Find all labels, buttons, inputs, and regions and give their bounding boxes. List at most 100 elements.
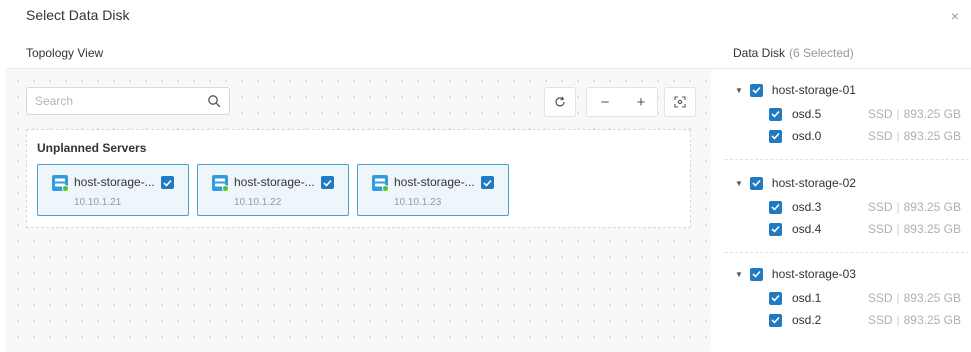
minus-icon: − — [600, 93, 610, 111]
server-icon — [52, 175, 68, 191]
disk-type: SSD — [867, 222, 893, 236]
server-checkbox[interactable] — [161, 176, 174, 189]
server-card[interactable]: host-storage-... 10.10.1.22 — [197, 164, 349, 216]
check-icon — [323, 179, 332, 187]
disk-size: 893.25 GB — [903, 313, 961, 327]
server-checkbox[interactable] — [321, 176, 334, 189]
host-row[interactable]: ▼ host-storage-01 — [735, 82, 856, 98]
plus-icon: + — [636, 93, 646, 111]
check-icon — [483, 179, 492, 187]
host-group: ▼ host-storage-01 osd.5 SSD | 893.25 GB os… — [711, 82, 971, 164]
disk-name: osd.1 — [792, 291, 822, 305]
search-box — [26, 87, 230, 115]
topology-panel: Topology View − + — [6, 34, 711, 352]
selected-count: (6 Selected) — [789, 46, 854, 60]
disk-checkbox[interactable] — [769, 129, 782, 143]
host-group: ▼ host-storage-03 osd.1 SSD | 893.25 GB os… — [711, 266, 971, 348]
host-checkbox[interactable] — [749, 176, 763, 190]
disk-type: SSD — [867, 129, 893, 143]
check-icon — [771, 110, 780, 118]
data-disk-title: Data Disk (6 Selected) — [733, 46, 854, 60]
disk-size: 893.25 GB — [903, 200, 961, 214]
disk-type: SSD — [867, 107, 893, 121]
disk-checkbox[interactable] — [769, 107, 782, 121]
refresh-icon — [555, 96, 565, 107]
server-card[interactable]: host-storage-... 10.10.1.21 — [37, 164, 189, 216]
divider — [711, 68, 971, 69]
disk-name: osd.4 — [792, 222, 822, 236]
server-name: host-storage-... — [234, 175, 315, 189]
disk-row[interactable]: osd.5 SSD | 893.25 GB — [769, 106, 961, 122]
caret-down-icon[interactable]: ▼ — [735, 86, 743, 95]
host-name: host-storage-01 — [771, 83, 856, 97]
host-checkbox[interactable] — [749, 267, 763, 281]
data-disk-label: Data Disk — [733, 46, 786, 60]
disk-checkbox[interactable] — [769, 291, 782, 305]
disk-row[interactable]: osd.0 SSD | 893.25 GB — [769, 128, 961, 144]
check-icon — [771, 225, 780, 233]
search-icon[interactable] — [207, 94, 221, 108]
disk-checkbox[interactable] — [769, 222, 782, 236]
server-name: host-storage-... — [394, 175, 475, 189]
disk-checkbox[interactable] — [769, 313, 782, 327]
topology-title: Topology View — [26, 46, 104, 60]
disk-row[interactable]: osd.4 SSD | 893.25 GB — [769, 221, 961, 237]
disk-name: osd.5 — [792, 107, 822, 121]
caret-down-icon[interactable]: ▼ — [735, 179, 743, 188]
disk-type: SSD — [867, 313, 893, 327]
disk-size: 893.25 GB — [903, 222, 961, 236]
host-name: host-storage-03 — [771, 267, 856, 281]
disk-meta: SSD | 893.25 GB — [867, 313, 961, 327]
dialog-title: Select Data Disk — [26, 7, 130, 23]
host-row[interactable]: ▼ host-storage-02 — [735, 175, 856, 191]
disk-meta: SSD | 893.25 GB — [867, 200, 961, 214]
host-group: ▼ host-storage-02 osd.3 SSD | 893.25 GB os… — [711, 175, 971, 257]
topology-canvas[interactable]: − + Unplanned Servers host-storag — [6, 69, 711, 352]
caret-down-icon[interactable]: ▼ — [735, 270, 743, 279]
check-icon — [771, 316, 780, 324]
disk-meta: SSD | 893.25 GB — [867, 291, 961, 305]
server-icon — [212, 175, 228, 191]
refresh-button[interactable] — [544, 87, 576, 117]
disk-type: SSD — [867, 200, 893, 214]
divider — [725, 159, 969, 160]
check-icon — [771, 294, 780, 302]
host-name: host-storage-02 — [771, 176, 856, 190]
disk-meta: SSD | 893.25 GB — [867, 222, 961, 236]
server-name: host-storage-... — [74, 175, 155, 189]
close-icon[interactable]: × — [951, 9, 959, 23]
disk-size: 893.25 GB — [903, 129, 961, 143]
server-ip: 10.10.1.22 — [234, 197, 282, 208]
zoom-in-button[interactable]: + — [623, 88, 659, 116]
server-card[interactable]: host-storage-... 10.10.1.23 — [357, 164, 509, 216]
host-checkbox[interactable] — [749, 83, 763, 97]
check-icon — [752, 86, 761, 94]
data-disk-panel: Data Disk (6 Selected) ▼ host-storage-01 … — [711, 34, 971, 352]
disk-size: 893.25 GB — [903, 291, 961, 305]
disk-meta: SSD | 893.25 GB — [867, 107, 961, 121]
server-ip: 10.10.1.21 — [74, 197, 122, 208]
search-input[interactable] — [35, 93, 195, 109]
check-icon — [752, 179, 761, 187]
zoom-out-button[interactable]: − — [587, 88, 623, 116]
disk-type: SSD — [867, 291, 893, 305]
fit-screen-icon — [674, 96, 686, 108]
disk-name: osd.3 — [792, 200, 822, 214]
disk-row[interactable]: osd.3 SSD | 893.25 GB — [769, 199, 961, 215]
fit-screen-button[interactable] — [664, 87, 696, 117]
server-checkbox[interactable] — [481, 176, 494, 189]
disk-size: 893.25 GB — [903, 107, 961, 121]
disk-row[interactable]: osd.2 SSD | 893.25 GB — [769, 312, 961, 328]
disk-checkbox[interactable] — [769, 200, 782, 214]
check-icon — [771, 132, 780, 140]
server-ip: 10.10.1.23 — [394, 197, 442, 208]
check-icon — [771, 203, 780, 211]
divider — [725, 252, 969, 253]
server-icon — [372, 175, 388, 191]
disk-name: osd.0 — [792, 129, 822, 143]
disk-row[interactable]: osd.1 SSD | 893.25 GB — [769, 290, 961, 306]
disk-name: osd.2 — [792, 313, 822, 327]
unplanned-servers-group: Unplanned Servers host-storage-... 10.10… — [26, 129, 691, 228]
host-row[interactable]: ▼ host-storage-03 — [735, 266, 856, 282]
check-icon — [752, 270, 761, 278]
